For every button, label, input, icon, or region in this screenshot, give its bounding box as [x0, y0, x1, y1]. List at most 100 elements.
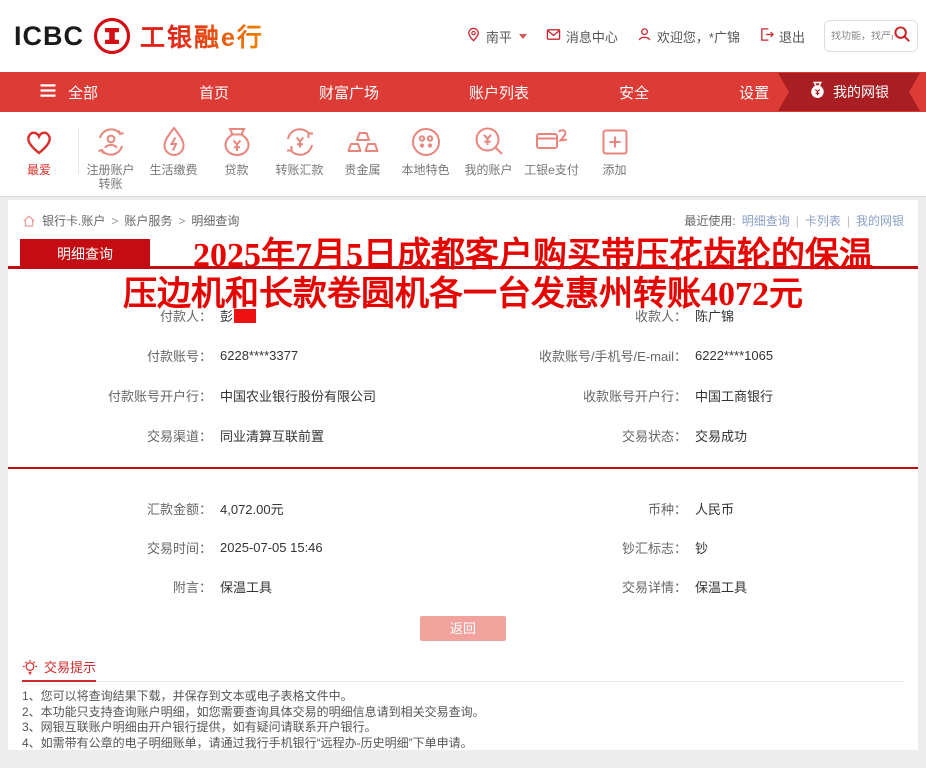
cash-flag-label: 钞汇标志：: [443, 538, 695, 557]
back-button[interactable]: 返回: [420, 616, 506, 641]
location-label: 南平: [486, 27, 512, 46]
money-bag-icon: [809, 81, 826, 103]
top-header: ICBC 工银融e行 南平 消息中心: [0, 0, 926, 72]
channel-label: 交易渠道：: [8, 426, 220, 445]
envelope-icon: [546, 27, 561, 45]
shortcut-label: 添加: [583, 163, 646, 177]
crumb-bank-card-account[interactable]: 银行卡.账户: [42, 212, 105, 229]
my-ebank-ribbon[interactable]: 我的网银: [778, 73, 920, 111]
header-utility-bar: 南平 消息中心 欢迎您，*广锦 退出: [466, 20, 918, 52]
shortcut-local-features[interactable]: 本地特色: [394, 124, 457, 177]
heart-icon: [0, 124, 78, 160]
shortcut-label: 贵金属: [331, 163, 394, 177]
magnifier-yuan-icon: [457, 124, 520, 160]
message-center-label: 消息中心: [566, 27, 618, 46]
nav-all-menu[interactable]: 全部: [38, 82, 98, 103]
recent-link-detail-query[interactable]: 明细查询: [742, 212, 790, 229]
registered-transfer-icon: [79, 124, 142, 160]
home-icon[interactable]: [22, 214, 36, 228]
shortcut-add[interactable]: 添加: [583, 124, 646, 177]
transaction-amount-section: 汇款金额： 4,072.00元 币种： 人民币 交易时间： 2025-07-05…: [8, 489, 918, 606]
tab-detail-query[interactable]: 明细查询: [20, 239, 150, 269]
shortcut-toolbar: 最爱 注册账户 转账 生活缴费: [0, 112, 926, 197]
main-nav: 全部 首页 财富广场 账户列表 安全 设置 我的网银: [0, 72, 926, 112]
message-center-link[interactable]: 消息中心: [546, 27, 618, 46]
recent-link-card-list[interactable]: 卡列表: [805, 212, 841, 229]
nav-item-accounts[interactable]: 账户列表: [424, 82, 574, 103]
chevron-down-icon: [519, 34, 527, 39]
icbc-emblem-icon: [92, 16, 132, 56]
shortcut-transfer-remit[interactable]: 转账汇款: [268, 124, 331, 177]
favorites-button[interactable]: 最爱: [0, 124, 78, 177]
amount-label: 汇款金额：: [8, 499, 220, 518]
tab-bar: 明细查询: [8, 239, 918, 269]
nav-item-home[interactable]: 首页: [154, 82, 274, 103]
payee-label: 收款人：: [443, 306, 695, 325]
search-input[interactable]: [831, 31, 893, 42]
dotted-circle-icon: [394, 124, 457, 160]
recently-used-label: 最近使用:: [684, 212, 735, 229]
payer-account-value: 6228****3377: [220, 348, 443, 363]
transaction-parties-section: 付款人： 彭 收款人： 陈广锦 付款账号： 6228****3377 收款账号/…: [8, 295, 918, 455]
logout-button[interactable]: 退出: [759, 27, 805, 46]
payer-label: 付款人：: [8, 306, 220, 325]
recent-link-my-ebank[interactable]: 我的网银: [856, 212, 904, 229]
nav-item-wealth[interactable]: 财富广场: [274, 82, 424, 103]
amount-value: 4,072.00元: [220, 499, 443, 518]
droplet-lightning-icon: [142, 124, 205, 160]
payer-value: 彭: [220, 306, 443, 325]
cash-flag-value: 钞: [695, 538, 918, 557]
memo-value: 保温工具: [220, 577, 443, 596]
payee-account-value: 6222****1065: [695, 348, 918, 363]
nav-all-label: 全部: [68, 82, 98, 103]
location-selector[interactable]: 南平: [466, 27, 527, 46]
breadcrumb-row: 银行卡.账户 > 账户服务 > 明细查询 最近使用: 明细查询 | 卡列表 | …: [8, 200, 918, 229]
transaction-tips: 交易提示 1、您可以将查询结果下载，并保存到文本或电子表格文件中。 2、本功能只…: [8, 657, 918, 751]
time-value: 2025-07-05 15:46: [220, 540, 443, 555]
breadcrumb-separator: >: [178, 214, 185, 228]
detail-info-label: 交易详情：: [443, 577, 695, 596]
money-bag-yuan-icon: [205, 124, 268, 160]
tip-item: 1、您可以将查询结果下载，并保存到文本或电子表格文件中。: [22, 689, 904, 705]
brand-name: 工银融e行: [140, 18, 264, 54]
bank-logo[interactable]: ICBC 工银融e行: [14, 16, 264, 56]
recently-used: 最近使用: 明细查询 | 卡列表 | 我的网银: [684, 212, 904, 229]
nav-items: 首页 财富广场 账户列表 安全 设置: [154, 82, 814, 103]
gold-bars-icon: [331, 124, 394, 160]
shortcut-registered-transfer[interactable]: 注册账户 转账: [79, 124, 142, 191]
logout-label: 退出: [779, 27, 805, 46]
shortcut-epay[interactable]: 工银e支付: [520, 124, 583, 177]
card-epay-icon: [520, 124, 583, 160]
pipe-separator: |: [847, 214, 850, 228]
detail-row: 汇款金额： 4,072.00元 币种： 人民币: [8, 489, 918, 528]
tip-item: 3、网银互联账户明细由开户银行提供，如有疑问请联系开户银行。: [22, 720, 904, 736]
icbc-ebank-page: ICBC 工银融e行 南平 消息中心: [0, 0, 926, 768]
shortcut-loan[interactable]: 贷款: [205, 124, 268, 177]
crumb-account-services[interactable]: 账户服务: [124, 212, 172, 229]
payee-bank-label: 收款账号开户行：: [443, 386, 695, 405]
hamburger-icon: [38, 83, 58, 102]
payee-account-label: 收款账号/手机号/E-mail：: [443, 346, 695, 365]
payer-bank-value: 中国农业银行股份有限公司: [220, 386, 443, 405]
currency-value: 人民币: [695, 499, 918, 518]
favorites-label: 最爱: [0, 163, 78, 177]
tips-header: 交易提示: [22, 657, 904, 682]
shortcut-my-account[interactable]: 我的账户: [457, 124, 520, 177]
search-icon[interactable]: [893, 25, 911, 48]
currency-label: 币种：: [443, 499, 695, 518]
tip-item: 2、本功能只支持查询账户明细，如您需要查询具体交易的明细信息请到相关交易查询。: [22, 705, 904, 721]
payee-value: 陈广锦: [695, 306, 918, 325]
icbc-logo-text: ICBC: [14, 21, 84, 52]
nav-item-security[interactable]: 安全: [574, 82, 694, 103]
tips-list: 1、您可以将查询结果下载，并保存到文本或电子表格文件中。 2、本功能只支持查询账…: [22, 689, 904, 751]
status-value: 交易成功: [695, 426, 918, 445]
add-plus-icon: [583, 124, 646, 160]
bulb-icon: [22, 659, 38, 675]
welcome-user[interactable]: 欢迎您，*广锦: [637, 27, 740, 46]
shortcut-label: 我的账户: [457, 163, 520, 177]
red-divider: [8, 467, 918, 469]
shortcut-life-payment[interactable]: 生活缴费: [142, 124, 205, 177]
shortcut-precious-metals[interactable]: 贵金属: [331, 124, 394, 177]
welcome-label: 欢迎您，*广锦: [657, 27, 740, 46]
shortcut-label: 转账汇款: [268, 163, 331, 177]
